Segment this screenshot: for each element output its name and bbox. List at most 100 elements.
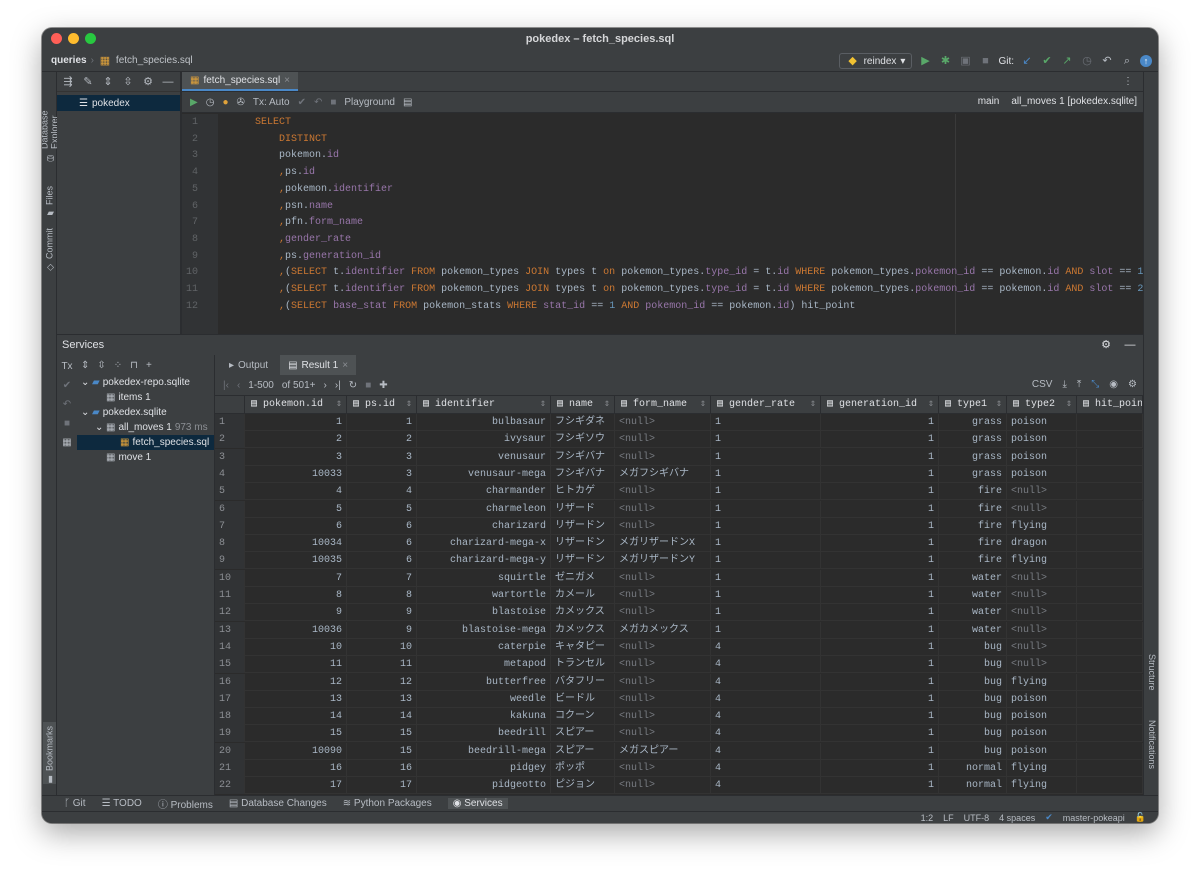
transaction-mode[interactable]: Tx: Auto (253, 97, 290, 108)
table-cell[interactable]: bug (939, 690, 1007, 708)
table-cell[interactable]: 9 (347, 604, 417, 622)
table-cell[interactable]: 3 (347, 465, 417, 483)
code-line[interactable]: 5 ,pokemon.identifier (182, 181, 1143, 198)
table-cell[interactable]: flying (1007, 517, 1077, 535)
stop-icon[interactable]: ■ (365, 380, 371, 391)
column-header[interactable]: ▤ gender_rate ⇕ (711, 396, 821, 414)
table-cell[interactable]: ポッポ (551, 760, 615, 777)
table-cell[interactable]: charizard-mega-y (417, 552, 551, 570)
close-tab-icon[interactable]: × (342, 360, 348, 371)
table-cell[interactable]: <null> (615, 448, 711, 466)
code-line[interactable]: 7 ,pfn.form_name (182, 214, 1143, 231)
table-cell[interactable]: ビードル (551, 690, 615, 708)
table-cell[interactable]: fire (939, 483, 1007, 501)
table-cell[interactable]: flying (1007, 552, 1077, 570)
code-line[interactable]: 4 ,ps.id (182, 164, 1143, 181)
table-cell[interactable]: pidgeotto (417, 777, 551, 795)
table-cell[interactable]: normal (939, 760, 1007, 777)
gear-icon[interactable]: ⚙ (1128, 379, 1137, 390)
table-cell[interactable]: コクーン (551, 708, 615, 726)
notifications-tab[interactable]: Notifications (1144, 720, 1157, 786)
table-cell[interactable] (1077, 517, 1143, 535)
table-cell[interactable]: 15 (347, 725, 417, 743)
table-cell[interactable]: <null> (615, 414, 711, 431)
table-row[interactable]: 9 10035 6 charizard-mega-y リザードン メガリザードンY 1 1 fi… (215, 552, 1143, 570)
table-cell[interactable]: フシギソウ (551, 431, 615, 449)
column-header[interactable]: ▤ form_name ⇕ (615, 396, 711, 414)
table-cell[interactable]: 1 (711, 569, 821, 587)
table-cell[interactable]: 1 (347, 414, 417, 431)
db-tree-item-pokedex[interactable]: ☰ pokedex (57, 95, 180, 111)
run-config-selector[interactable]: ◆ reindex ▾ (838, 53, 913, 69)
table-cell[interactable]: <null> (615, 673, 711, 691)
table-cell[interactable]: 11 (347, 656, 417, 674)
table-cell[interactable]: venusaur-mega (417, 465, 551, 483)
table-cell[interactable]: 1 (821, 517, 939, 535)
table-row[interactable]: 3 3 3 venusaur フシギバナ <null> 1 1 grass poison (215, 448, 1143, 466)
table-row[interactable]: 12 9 9 blastoise カメックス <null> 1 1 water <null> (215, 604, 1143, 622)
table-cell[interactable]: 1 (711, 621, 821, 639)
table-cell[interactable]: メガリザードンY (615, 552, 711, 570)
table-cell[interactable]: <null> (615, 690, 711, 708)
prev-page-icon[interactable]: ‹ (237, 380, 240, 391)
git-push-icon[interactable]: ↗ (1060, 54, 1074, 68)
zoom-window-button[interactable] (85, 33, 96, 44)
table-cell[interactable]: カメックス (551, 604, 615, 622)
tx-icon[interactable]: Tx (61, 361, 72, 372)
refresh-icon[interactable]: ↻ (349, 380, 357, 391)
table-cell[interactable]: wartortle (417, 587, 551, 604)
code-line[interactable]: 12 ,(SELECT base_stat FROM pokemon_stats… (182, 298, 1143, 315)
table-cell[interactable]: 3 (347, 448, 417, 466)
table-cell[interactable] (1077, 604, 1143, 622)
search-icon[interactable]: ⌕ (1120, 54, 1134, 68)
table-cell[interactable]: 1 (711, 483, 821, 501)
table-cell[interactable]: 1 (821, 760, 939, 777)
close-tab-icon[interactable]: × (284, 75, 290, 86)
table-cell[interactable]: bug (939, 638, 1007, 656)
bottom-tab-git[interactable]: ᚴ Git (64, 798, 86, 809)
table-cell[interactable]: 1 (821, 431, 939, 449)
table-cell[interactable]: 11 (245, 656, 347, 674)
table-cell[interactable]: カメックス (551, 621, 615, 639)
rollback-icon[interactable]: ↶ (314, 97, 322, 108)
table-cell[interactable]: <null> (1007, 500, 1077, 518)
table-cell[interactable]: charizard-mega-x (417, 535, 551, 553)
chevron-down-icon[interactable]: ⌄ (81, 377, 89, 388)
table-row[interactable]: 18 14 14 kakuna コクーン <null> 4 1 bug poison (215, 708, 1143, 726)
column-header[interactable]: ▤ identifier ⇕ (417, 396, 551, 414)
table-cell[interactable]: 13 (245, 690, 347, 708)
table-row[interactable]: 1 1 1 bulbasaur フシギダネ <null> 1 1 grass poison (215, 414, 1143, 431)
playground-selector[interactable]: Playground (344, 97, 395, 108)
table-cell[interactable] (1077, 777, 1143, 795)
table-cell[interactable]: flying (1007, 673, 1077, 691)
bottom-tab-services[interactable]: ◉ Services (447, 798, 508, 809)
table-cell[interactable]: 1 (711, 465, 821, 483)
table-cell[interactable]: grass (939, 448, 1007, 466)
table-cell[interactable]: weedle (417, 690, 551, 708)
table-cell[interactable] (1077, 465, 1143, 483)
table-cell[interactable]: 4 (711, 708, 821, 726)
table-cell[interactable]: beedrill (417, 725, 551, 743)
table-row[interactable]: 19 15 15 beedrill スピアー <null> 4 1 bug poison (215, 725, 1143, 743)
table-cell[interactable]: 1 (821, 414, 939, 431)
eye-icon[interactable]: ◉ (1109, 379, 1118, 390)
table-row[interactable]: 22 17 17 pidgeotto ピジョン <null> 4 1 normal flying (215, 777, 1143, 795)
table-cell[interactable] (1077, 673, 1143, 691)
layout-icon[interactable]: ▦ (62, 437, 71, 448)
table-cell[interactable]: 10 (347, 638, 417, 656)
file-encoding[interactable]: UTF-8 (964, 813, 990, 823)
sort-icon[interactable]: ⇕ (540, 396, 546, 414)
table-row[interactable]: 20 10090 15 beedrill-mega スピアー メガスピアー 4 1 bug poi… (215, 742, 1143, 760)
table-row[interactable]: 8 10034 6 charizard-mega-x リザードン メガリザードンX 1 1 fi… (215, 535, 1143, 553)
wrench-icon[interactable]: ✇ (236, 97, 244, 108)
table-row[interactable]: 13 10036 9 blastoise-mega カメックス メガカメックス 1 1 wate… (215, 621, 1143, 639)
table-cell[interactable]: 7 (347, 569, 417, 587)
column-header[interactable]: ▤ type1 ⇕ (939, 396, 1007, 414)
table-cell[interactable]: grass (939, 465, 1007, 483)
table-cell[interactable]: 4 (711, 656, 821, 674)
table-row[interactable]: 5 4 4 charmander ヒトカゲ <null> 1 1 fire <null> (215, 483, 1143, 501)
table-cell[interactable]: <null> (1007, 483, 1077, 501)
lock-icon[interactable]: 🔓 (1135, 812, 1146, 823)
table-cell[interactable]: poison (1007, 690, 1077, 708)
table-cell[interactable]: 1 (821, 708, 939, 726)
